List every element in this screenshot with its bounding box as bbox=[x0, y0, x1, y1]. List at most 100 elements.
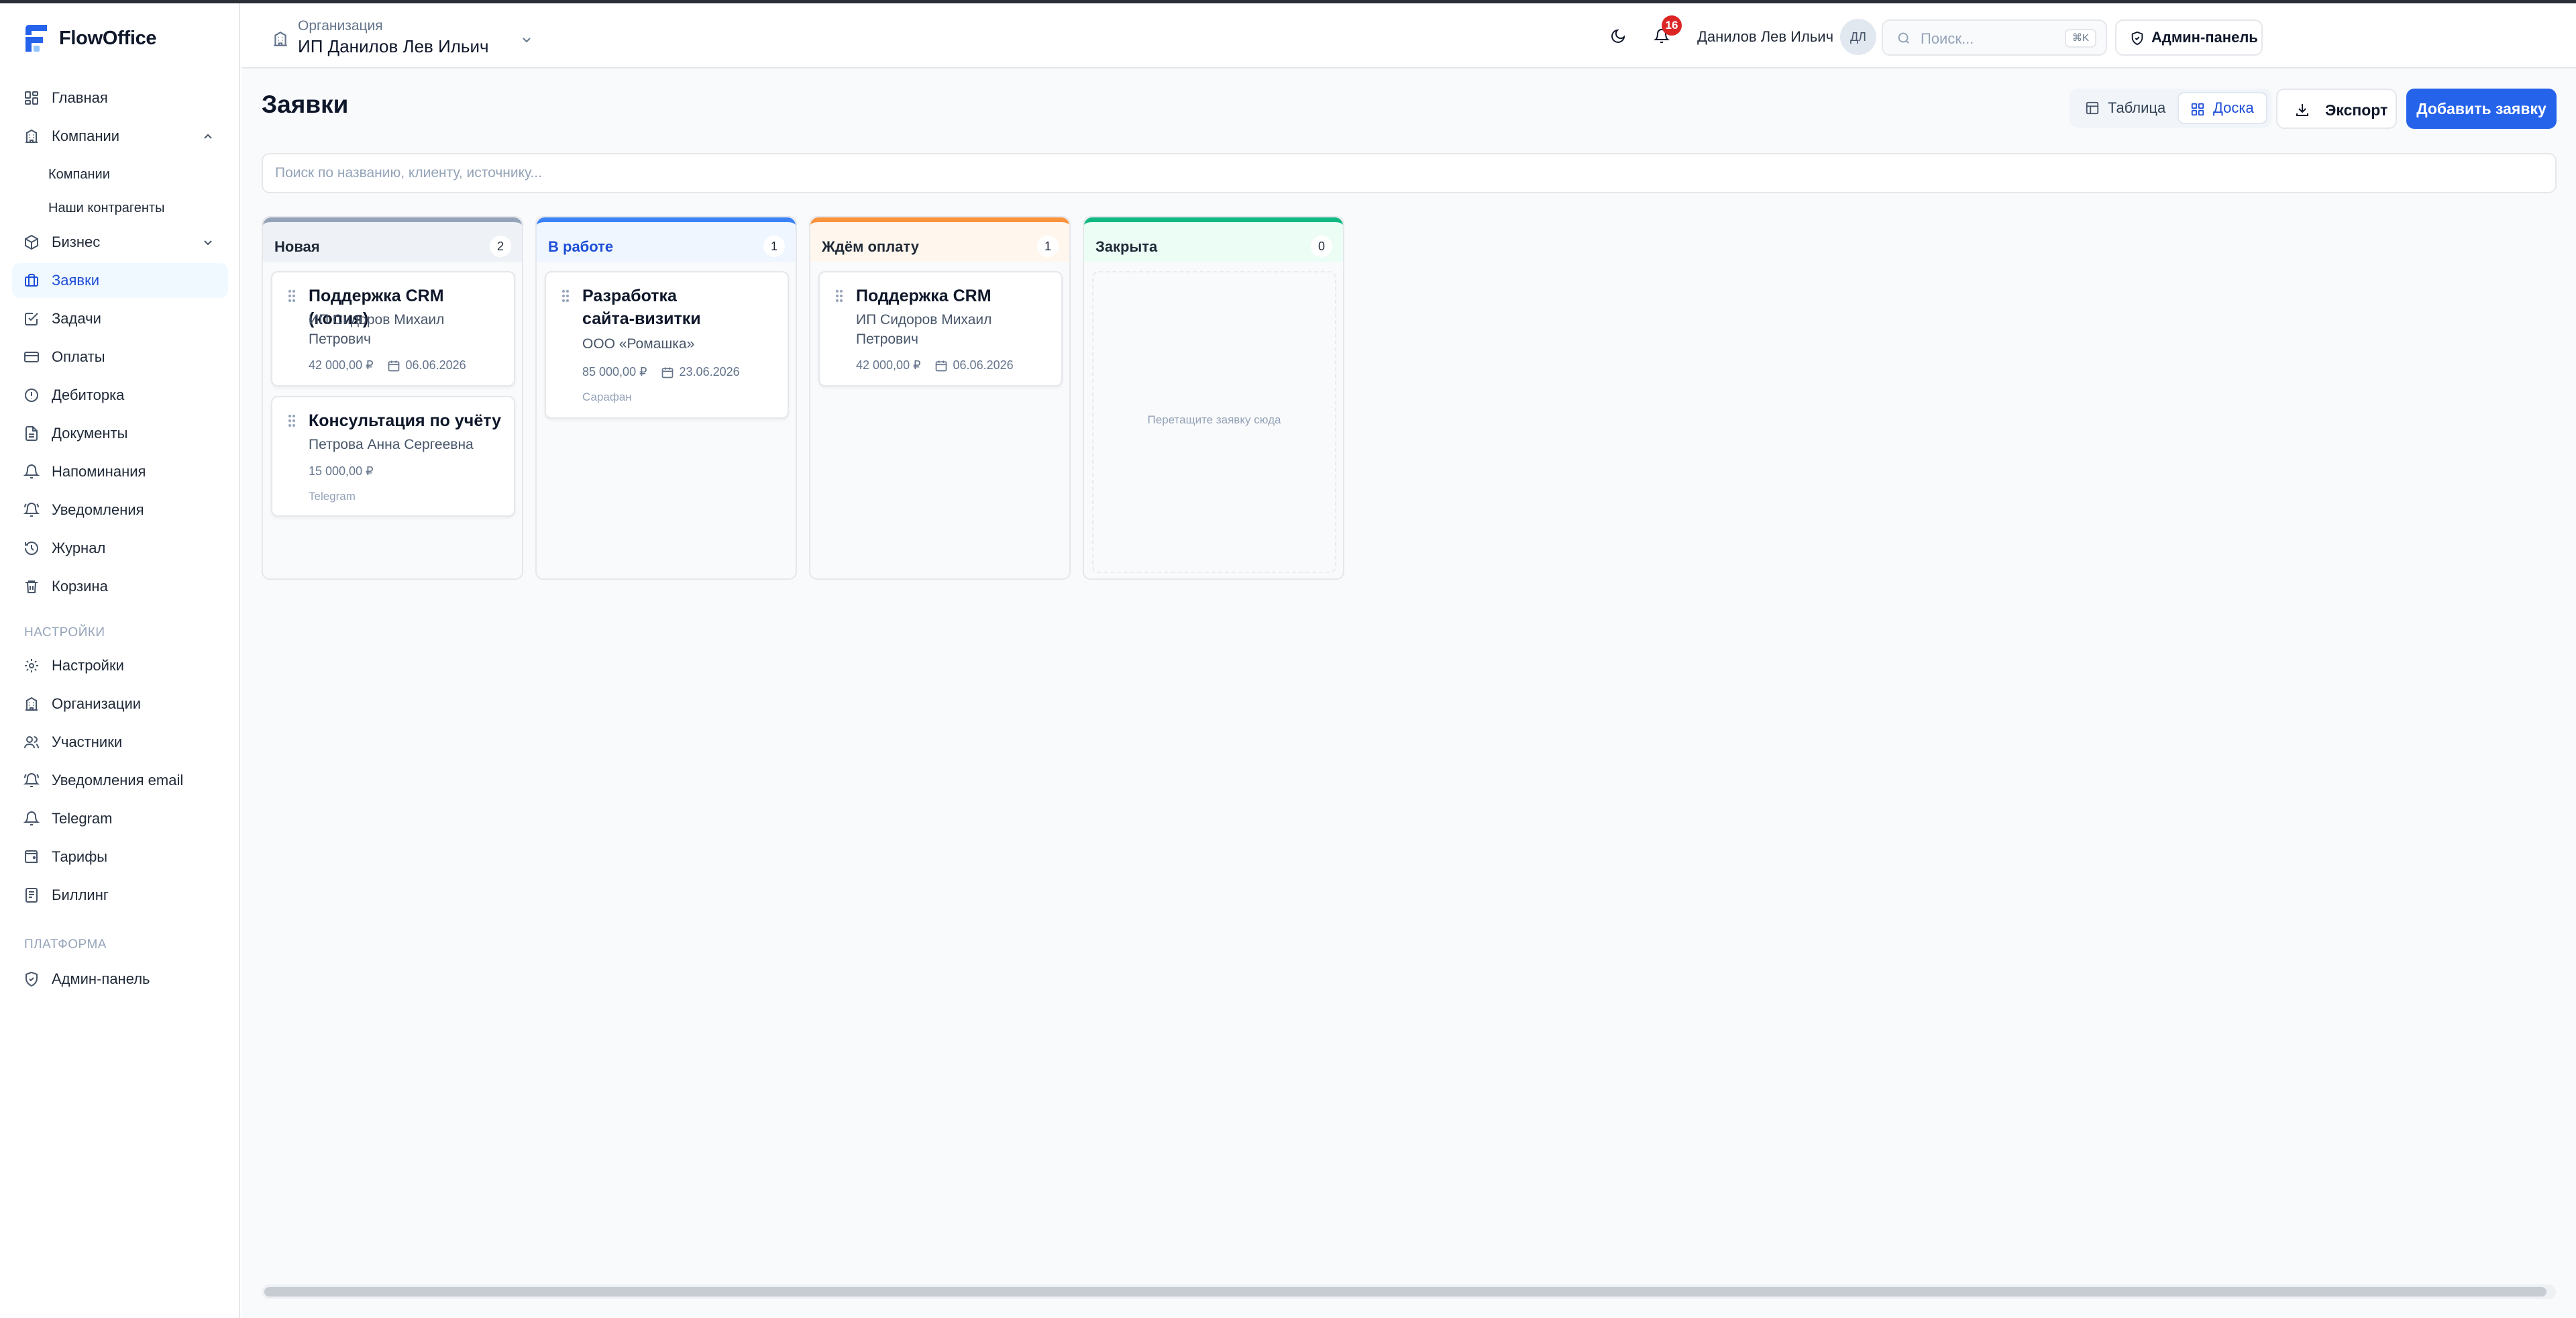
view-table-button[interactable]: Таблица bbox=[2074, 92, 2174, 124]
sidebar-item-notifications[interactable]: Уведомления bbox=[12, 493, 228, 527]
card-amount: 42 000,00 ₽ bbox=[856, 358, 921, 372]
card-client: ИП Сидоров Михаил Петрович bbox=[856, 312, 992, 347]
sidebar-item-email-notifications[interactable]: Уведомления email bbox=[12, 763, 228, 798]
sidebar-item-receivables[interactable]: Дебиторка bbox=[12, 378, 228, 413]
calendar-icon bbox=[388, 360, 399, 371]
receipt-icon bbox=[25, 888, 38, 903]
organization-name: ИП Данилов Лев Ильич bbox=[298, 36, 489, 56]
sidebar-item-tasks[interactable]: Задачи bbox=[12, 301, 228, 336]
sidebar-item-label: Главная bbox=[52, 89, 108, 106]
horizontal-scrollbar-thumb[interactable] bbox=[264, 1287, 2546, 1297]
sidebar-item-companies[interactable]: Компании bbox=[12, 119, 228, 154]
card-meta: 85 000,00 ₽ 23.06.2026 bbox=[582, 365, 740, 379]
request-card[interactable]: Поддержка CRM ИП Сидоров Михаил Петрович… bbox=[818, 271, 1063, 387]
card-meta: 15 000,00 ₽ bbox=[309, 464, 374, 478]
card-source: Telegram bbox=[309, 490, 356, 503]
card-client: ООО «Ромашка» bbox=[582, 336, 695, 352]
request-card[interactable]: Разработка сайта-визитки ООО «Ромашка» 8… bbox=[545, 271, 789, 419]
column-header: Закрыта 0 bbox=[1084, 217, 1343, 262]
sidebar-section-platform: ПЛАТФОРМА bbox=[24, 937, 107, 952]
theme-toggle-button[interactable] bbox=[1603, 21, 1633, 51]
table-icon bbox=[2086, 101, 2099, 115]
card-meta: 42 000,00 ₽ 06.06.2026 bbox=[856, 358, 1014, 372]
bell-ring-icon bbox=[23, 503, 40, 517]
sidebar-item-requests[interactable]: Заявки bbox=[12, 263, 228, 298]
sidebar-item-label: Дебиторка bbox=[52, 387, 125, 403]
drag-handle-icon[interactable] bbox=[287, 413, 297, 428]
sidebar-item-billing[interactable]: Биллинг bbox=[12, 878, 228, 913]
page-title: Заявки bbox=[262, 91, 349, 118]
sidebar-item-tariffs[interactable]: Тарифы bbox=[12, 840, 228, 874]
sidebar-item-label: Участники bbox=[52, 733, 123, 750]
board-column-in-progress: В работе 1 Разработка сайта-визитки ООО … bbox=[535, 216, 797, 580]
card-date: 23.06.2026 bbox=[679, 365, 740, 378]
sidebar-subitem-companies[interactable]: Компании bbox=[48, 161, 110, 188]
sidebar-item-label: Журнал bbox=[52, 540, 106, 556]
sidebar-item-reminders[interactable]: Напоминания bbox=[12, 454, 228, 489]
view-board-button[interactable]: Доска bbox=[2178, 92, 2267, 124]
column-header: В работе 1 bbox=[537, 217, 796, 262]
sidebar-item-label: Настройки bbox=[52, 657, 124, 674]
sidebar-item-admin-panel[interactable]: Админ-панель bbox=[12, 962, 228, 997]
card-title: Разработка сайта-визитки bbox=[582, 287, 701, 328]
global-search[interactable]: Поиск... ⌘K bbox=[1882, 19, 2107, 56]
sidebar-item-telegram[interactable]: Telegram bbox=[12, 801, 228, 836]
sidebar-item-label: Документы bbox=[52, 425, 128, 442]
view-table-label: Таблица bbox=[2108, 99, 2166, 116]
drag-handle-icon[interactable] bbox=[287, 289, 297, 303]
sidebar-item-journal[interactable]: Журнал bbox=[12, 531, 228, 566]
sidebar-item-members[interactable]: Участники bbox=[12, 725, 228, 760]
wallet-icon bbox=[25, 850, 38, 863]
shield-check-icon bbox=[2131, 31, 2143, 46]
sidebar-item-organizations[interactable]: Организации bbox=[12, 687, 228, 721]
card-source: Сарафан bbox=[582, 391, 632, 403]
sidebar-subitem-counterparties[interactable]: Наши контрагенты bbox=[48, 195, 164, 221]
card-client: Петрова Анна Сергеевна bbox=[309, 437, 474, 452]
sidebar-item-business[interactable]: Бизнес bbox=[12, 225, 228, 260]
board-column-new: Новая 2 Поддержка CRM (копия) ИП Сидоров… bbox=[262, 216, 523, 580]
trash-icon bbox=[25, 580, 38, 593]
export-label: Экспорт bbox=[2325, 101, 2388, 119]
column-title: Закрыта bbox=[1095, 238, 1158, 255]
empty-dropzone[interactable]: Перетащите заявку сюда bbox=[1092, 271, 1336, 573]
view-switch: Таблица Доска bbox=[2070, 89, 2271, 128]
organization-caption: Организация bbox=[298, 18, 383, 34]
view-board-label: Доска bbox=[2213, 99, 2254, 116]
search-icon bbox=[1898, 32, 1910, 44]
admin-panel-button[interactable]: Админ-панель bbox=[2115, 19, 2263, 56]
drag-handle-icon[interactable] bbox=[835, 289, 844, 303]
admin-panel-label: Админ-панель bbox=[2151, 29, 2258, 46]
card-date: 06.06.2026 bbox=[405, 358, 466, 372]
moon-icon bbox=[1611, 29, 1625, 43]
user-name[interactable]: Данилов Лев Ильич bbox=[1697, 28, 1833, 46]
sidebar-item-label: Напоминания bbox=[52, 463, 146, 480]
brand-name: FlowOffice bbox=[59, 27, 157, 49]
sidebar-item-trash[interactable]: Корзина bbox=[12, 569, 228, 604]
brand[interactable]: FlowOffice bbox=[24, 23, 157, 53]
chevron-down-icon bbox=[204, 240, 212, 246]
sidebar-item-label: Корзина bbox=[52, 578, 108, 595]
sidebar: FlowOffice Главная Компании Компании Наш… bbox=[0, 3, 240, 1318]
board-column-closed: Закрыта 0 Перетащите заявку сюда bbox=[1083, 216, 1344, 580]
card-amount: 42 000,00 ₽ bbox=[309, 358, 374, 372]
bell-ring-icon bbox=[23, 773, 40, 787]
export-button[interactable]: Экспорт bbox=[2276, 89, 2397, 129]
sidebar-item-settings[interactable]: Настройки bbox=[12, 648, 228, 683]
add-request-button[interactable]: Добавить заявку bbox=[2406, 89, 2557, 129]
column-count-badge: 1 bbox=[763, 236, 785, 257]
chevron-down-icon bbox=[523, 38, 531, 43]
request-card[interactable]: Консультация по учёту Петрова Анна Серге… bbox=[271, 396, 515, 517]
briefcase-icon bbox=[25, 274, 38, 287]
calendar-icon bbox=[935, 360, 947, 371]
checkbox-icon bbox=[25, 313, 38, 325]
drag-handle-icon[interactable] bbox=[561, 289, 570, 303]
main-content: Заявки Таблица Доска Экспорт Добавить за… bbox=[241, 68, 2576, 1318]
sidebar-item-label: Админ-панель bbox=[52, 970, 150, 987]
request-card[interactable]: Поддержка CRM (копия) ИП Сидоров Михаил … bbox=[271, 271, 515, 387]
requests-search-input[interactable] bbox=[262, 153, 2557, 193]
avatar[interactable]: ДЛ bbox=[1840, 19, 1876, 55]
card-date: 06.06.2026 bbox=[953, 358, 1014, 372]
sidebar-item-documents[interactable]: Документы bbox=[12, 416, 228, 451]
sidebar-item-payments[interactable]: Оплаты bbox=[12, 340, 228, 374]
sidebar-item-home[interactable]: Главная bbox=[12, 81, 228, 115]
